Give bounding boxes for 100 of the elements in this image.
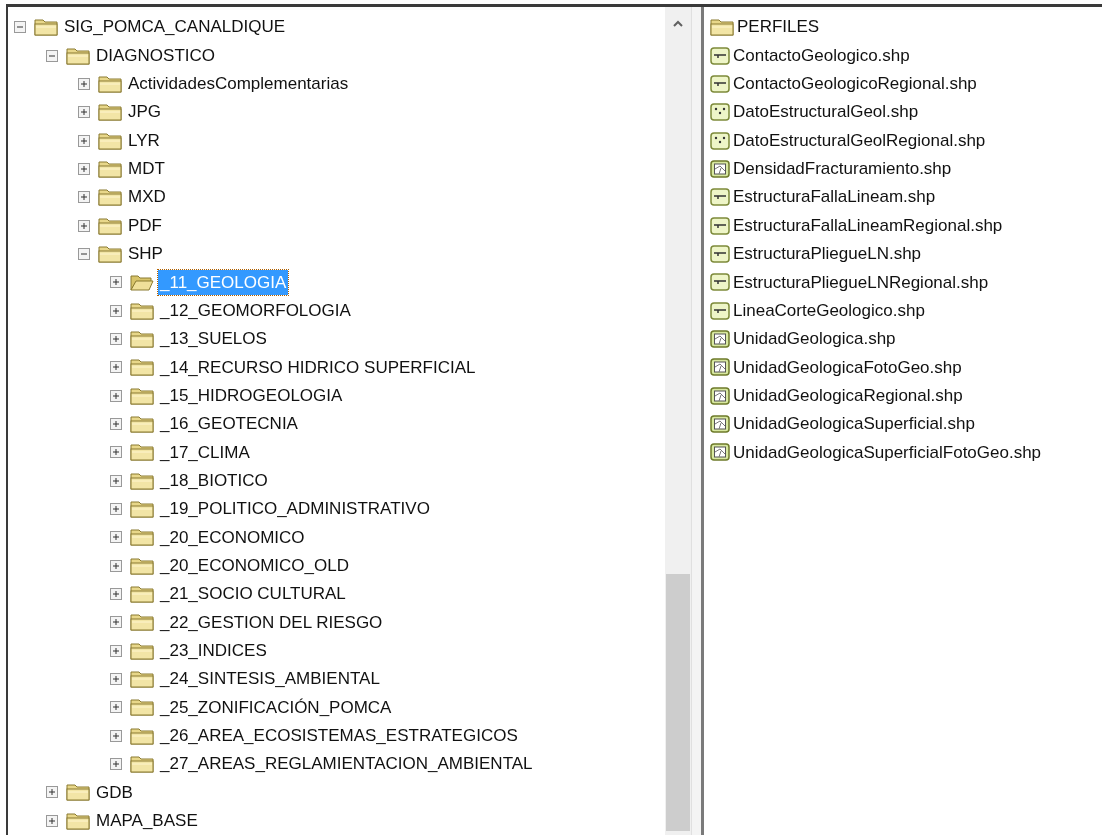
folder-icon	[130, 358, 154, 377]
folder-icon	[98, 74, 122, 93]
expand-icon[interactable]	[110, 588, 122, 601]
folder-icon	[98, 159, 122, 178]
expand-icon[interactable]	[110, 332, 122, 345]
folder-icon	[98, 244, 122, 263]
pane-splitter[interactable]	[691, 7, 704, 835]
expand-icon[interactable]	[110, 503, 122, 515]
folder-icon	[130, 726, 154, 745]
file-label[interactable]: UnidadGeologicaRegional.shp	[733, 382, 963, 409]
folder-icon	[34, 18, 58, 37]
folder-icon	[130, 698, 154, 717]
file-label[interactable]: EstructuraPliegueLN.shp	[733, 241, 922, 267]
folder-icon	[66, 46, 90, 65]
folder-label[interactable]: _20_ECONOMICO_OLD	[158, 552, 351, 579]
file-label[interactable]: UnidadGeologicaSuperficial.shp	[733, 411, 975, 437]
folder-label[interactable]: JPG	[126, 99, 164, 125]
folder-icon	[66, 783, 90, 802]
file-label[interactable]: DatoEstructuralGeolRegional.shp	[733, 127, 986, 154]
expand-icon[interactable]	[78, 77, 90, 90]
expand-icon[interactable]	[78, 134, 90, 147]
open-folder-icon	[130, 273, 154, 292]
folder-icon	[98, 103, 122, 122]
expand-icon[interactable]	[110, 361, 122, 374]
folder-label[interactable]: _20_ECONOMICO	[158, 524, 307, 551]
folder-icon	[130, 443, 154, 462]
expand-icon[interactable]	[110, 701, 122, 714]
folder-icon	[130, 613, 154, 632]
file-label[interactable]: UnidadGeologicaFotoGeo.shp	[733, 354, 962, 381]
expand-icon[interactable]	[46, 786, 58, 799]
scroll-thumb[interactable]	[666, 574, 690, 831]
folder-icon	[130, 301, 154, 320]
folder-label[interactable]: _12_GEOMORFOLOGIA	[158, 297, 353, 324]
expand-icon[interactable]	[110, 616, 122, 629]
expand-icon[interactable]	[110, 418, 122, 430]
folder-label[interactable]: SIG_POMCA_CANALDIQUE	[62, 14, 288, 40]
file-label[interactable]: LineaCorteGeologico.shp	[733, 297, 925, 324]
folder-label[interactable]: DIAGNOSTICO	[94, 42, 217, 69]
expand-icon[interactable]	[110, 673, 122, 686]
folder-icon	[66, 811, 90, 830]
folder-label[interactable]: _17_CLIMA	[158, 439, 252, 466]
folder-label[interactable]: _24_SINTESIS_AMBIENTAL	[158, 666, 382, 692]
folder-label[interactable]: MDT	[126, 156, 167, 182]
folder-label[interactable]: ActividadesComplementarias	[126, 71, 351, 97]
folder-icon	[130, 556, 154, 575]
folder-label[interactable]: _26_AREA_ECOSISTEMAS_ESTRATEGICOS	[158, 723, 520, 749]
folder-label[interactable]: _21_SOCIO CULTURAL	[158, 581, 348, 607]
folder-icon	[130, 755, 154, 774]
expand-icon[interactable]	[110, 389, 122, 402]
expand-icon[interactable]	[78, 219, 90, 232]
scrollbar[interactable]	[665, 7, 691, 835]
folder-icon	[98, 188, 122, 207]
folder-icon	[130, 500, 154, 518]
folder-icon	[130, 528, 154, 547]
expand-icon[interactable]	[110, 758, 122, 771]
folder-label[interactable]: GDB	[94, 779, 135, 806]
expand-icon[interactable]	[110, 446, 122, 459]
file-label[interactable]: ContactoGeologicoRegional.shp	[733, 71, 977, 97]
file-label[interactable]: DatoEstructuralGeol.shp	[733, 99, 919, 125]
file-label[interactable]: EstructuraFallaLineam.shp	[733, 184, 936, 210]
file-label[interactable]: PERFILES	[737, 14, 820, 40]
collapse-icon[interactable]	[14, 21, 26, 34]
folder-label[interactable]: _19_POLITICO_ADMINISTRATIVO	[158, 496, 432, 522]
folder-label[interactable]: MXD	[126, 184, 168, 210]
file-label[interactable]: DensidadFracturamiento.shp	[733, 156, 952, 182]
expand-icon[interactable]	[78, 191, 90, 204]
expand-icon[interactable]	[110, 644, 122, 657]
folder-label[interactable]: _15_HIDROGEOLOGIA	[158, 382, 345, 409]
expand-icon[interactable]	[110, 474, 122, 487]
folder-label[interactable]: PDF	[126, 212, 164, 239]
collapse-icon[interactable]	[46, 49, 58, 62]
folder-label[interactable]: _16_GEOTECNIA	[158, 411, 300, 437]
expand-icon[interactable]	[78, 106, 90, 119]
file-label[interactable]: UnidadGeologicaSuperficialFotoGeo.shp	[733, 439, 1042, 466]
expand-icon[interactable]	[46, 814, 58, 827]
folder-label[interactable]: SHP	[126, 241, 165, 267]
folder-label[interactable]: _14_RECURSO HIDRICO SUPERFICIAL	[158, 354, 478, 381]
expand-icon[interactable]	[110, 531, 122, 544]
folder-icon	[130, 415, 154, 433]
file-label[interactable]: EstructuraFallaLineamRegional.shp	[733, 212, 1003, 239]
folder-label[interactable]: _27_AREAS_REGLAMIENTACION_AMBIENTAL	[158, 751, 535, 777]
folder-label[interactable]: LYR	[126, 127, 162, 154]
folder-label[interactable]: _18_BIOTICO	[158, 467, 270, 494]
expand-icon[interactable]	[110, 304, 122, 317]
scroll-up-icon[interactable]	[673, 20, 683, 27]
folder-label[interactable]: _22_GESTION DEL RIESGO	[158, 609, 385, 636]
folder-label[interactable]: _13_SUELOS	[158, 326, 269, 352]
folder-icon	[98, 131, 122, 150]
folder-label[interactable]: MAPA_BASE	[94, 808, 200, 834]
expand-icon[interactable]	[110, 276, 122, 289]
file-label[interactable]: EstructuraPliegueLNRegional.shp	[733, 269, 989, 295]
folder-label[interactable]: _23_INDICES	[158, 638, 269, 664]
file-label[interactable]: UnidadGeologica.shp	[733, 326, 896, 352]
expand-icon[interactable]	[110, 559, 122, 572]
expand-icon[interactable]	[110, 729, 122, 742]
folder-icon	[98, 216, 122, 235]
expand-icon[interactable]	[78, 162, 90, 175]
collapse-icon[interactable]	[78, 247, 90, 260]
file-label[interactable]: ContactoGeologico.shp	[733, 42, 910, 69]
folder-label[interactable]: _25_ZONIFICACIÓN_POMCA	[158, 694, 394, 721]
